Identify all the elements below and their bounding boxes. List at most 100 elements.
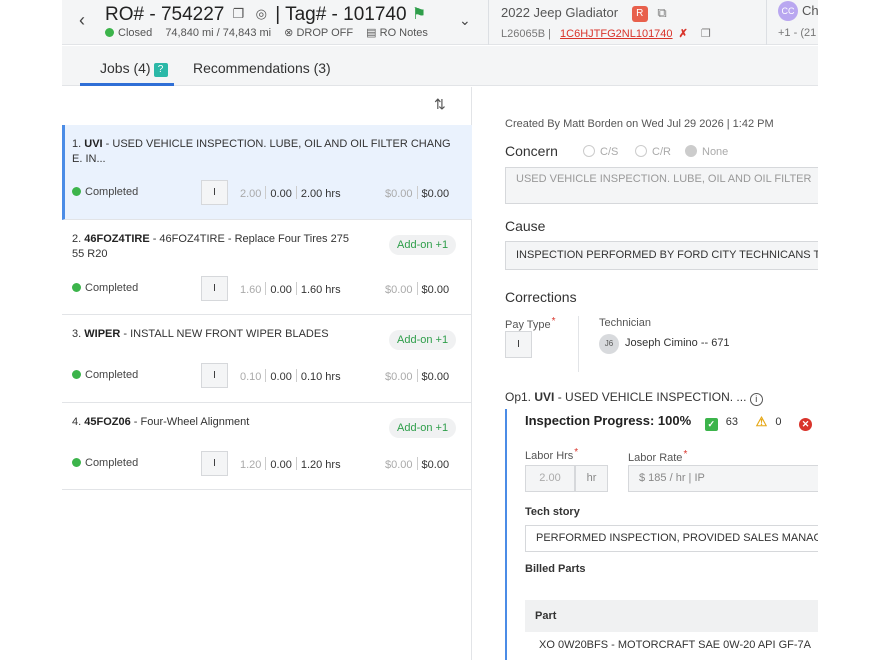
- hours-b: 0.00: [270, 188, 292, 200]
- back-arrow-icon[interactable]: ‹: [72, 9, 92, 31]
- pay-type-button[interactable]: I: [201, 363, 228, 388]
- hours-b: 0.00: [270, 371, 292, 383]
- ro-subline: Closed 74,840 mi / 74,843 mi ⊗ DROP OFF …: [105, 26, 428, 39]
- technician-label: Technician: [599, 317, 651, 329]
- corrections-divider: [578, 316, 579, 372]
- labor-rate-text: Labor Rate: [628, 452, 683, 464]
- amount-b: $0.00: [421, 188, 450, 200]
- hours-a: 0.10: [240, 371, 262, 383]
- sort-icon[interactable]: ⇅: [434, 96, 446, 113]
- labor-hrs-text: Labor Hrs: [525, 450, 574, 462]
- job-code: 46FOZ4TIRE: [84, 233, 150, 245]
- hours-total: 1.20 hrs: [300, 459, 341, 471]
- technician-name[interactable]: Joseph Cimino -- 671: [625, 337, 730, 349]
- cause-field[interactable]: INSPECTION PERFORMED BY FORD CITY TECHNI…: [505, 241, 818, 270]
- radio-circle-icon: [583, 145, 595, 157]
- op-code: UVI: [534, 390, 555, 404]
- addon-badge[interactable]: Add-on +1: [389, 235, 457, 255]
- tech-story-field[interactable]: PERFORMED INSPECTION, PROVIDED SALES MAN…: [525, 525, 818, 552]
- concern-field[interactable]: USED VEHICLE INSPECTION. LUBE, OIL AND O…: [505, 167, 818, 204]
- corrections-heading: Corrections: [505, 289, 577, 305]
- pay-type-select[interactable]: I: [505, 331, 532, 358]
- notes-icon[interactable]: ▤: [366, 27, 376, 39]
- created-by: Created By Matt Borden on Wed Jul 29 202…: [505, 118, 774, 130]
- radio-cr-label: C/R: [652, 146, 671, 158]
- job-desc: - Four-Wheel Alignment: [130, 416, 250, 428]
- stock-number: L26065B |: [501, 28, 551, 40]
- jobs-list-pane: ⇅ 1. UVI - USED VEHICLE INSPECTION. LUBE…: [62, 87, 472, 660]
- job-card-4[interactable]: 4. 45FOZ06 - Four-Wheel Alignment Add-on…: [62, 403, 472, 490]
- pay-type-label: Pay Type*: [505, 316, 556, 331]
- amount-b: $0.00: [421, 284, 450, 296]
- job-title: 3. WIPER - INSTALL NEW FRONT WIPER BLADE…: [72, 327, 362, 342]
- vehicle-history-icon[interactable]: ⧉: [657, 5, 666, 21]
- job-number: 2.: [72, 233, 82, 245]
- job-number: 4.: [72, 416, 82, 428]
- vin-link[interactable]: 1C6HJTFG2NL101740: [560, 28, 673, 40]
- flag-icon[interactable]: ⚑: [412, 6, 426, 23]
- job-hours: 0.10 0.00 0.10 hrs: [240, 369, 341, 383]
- radio-cs[interactable]: C/S: [583, 145, 618, 158]
- tab-jobs[interactable]: Jobs (4)?: [100, 60, 168, 77]
- chevron-down-icon[interactable]: ⌄: [459, 12, 471, 29]
- cause-heading: Cause: [505, 218, 546, 234]
- tab-jobs-label: Jobs (4): [100, 60, 151, 76]
- copy-vin-icon[interactable]: ❐: [701, 28, 711, 40]
- radio-cr[interactable]: C/R: [635, 145, 671, 158]
- job-desc: - INSTALL NEW FRONT WIPER BLADES: [120, 328, 329, 340]
- ro-notes-link[interactable]: RO Notes: [380, 27, 428, 39]
- vehicle-name: 2022 Jeep Gladiator: [501, 5, 619, 20]
- job-status: Completed: [72, 282, 138, 294]
- warning-icon: ⚠: [755, 414, 768, 429]
- pay-type-button[interactable]: I: [201, 276, 228, 301]
- job-code: WIPER: [84, 328, 121, 340]
- job-status: Completed: [72, 369, 138, 381]
- pass-count: 63: [725, 416, 739, 428]
- labor-hrs-input[interactable]: 2.00: [525, 465, 575, 492]
- required-mark: *: [683, 449, 688, 460]
- vehicle-subline: L26065B | 1C6HJTFG2NL101740 ✗ ❐: [501, 27, 711, 40]
- header-divider: [488, 0, 489, 45]
- clock-icon: ⊗: [284, 27, 294, 39]
- addon-badge[interactable]: Add-on +1: [389, 418, 457, 438]
- copy-icon[interactable]: ❐: [233, 6, 245, 22]
- vehicle-badge: R: [631, 6, 648, 22]
- radio-none[interactable]: None: [685, 145, 728, 158]
- job-code: 45FOZ06: [84, 416, 131, 428]
- amount-a: $0.00: [385, 371, 413, 383]
- amount-a: $0.00: [385, 459, 413, 471]
- job-amounts: $0.00 $0.00: [385, 282, 449, 296]
- job-hours: 1.60 0.00 1.60 hrs: [240, 282, 341, 296]
- job-number: 3.: [72, 328, 82, 340]
- job-status-text: Completed: [85, 186, 139, 198]
- inspection-progress: Inspection Progress: 100% ✓ 63 ⚠ 0 ✕: [525, 413, 813, 431]
- job-card-2[interactable]: 2. 46FOZ4TIRE - 46FOZ4TIRE - Replace Fou…: [62, 220, 472, 315]
- pay-type-button[interactable]: I: [201, 451, 228, 476]
- job-card-3[interactable]: 3. WIPER - INSTALL NEW FRONT WIPER BLADE…: [62, 315, 472, 403]
- parts-table-row[interactable]: XO 0W20BFS - MOTORCRAFT SAE 0W-20 API GF…: [525, 639, 818, 651]
- tab-recommendations[interactable]: Recommendations (3): [193, 60, 331, 76]
- pay-type-button[interactable]: I: [201, 180, 228, 205]
- amount-b: $0.00: [421, 371, 450, 383]
- pay-type-text: Pay Type: [505, 319, 551, 331]
- job-status: Completed: [72, 186, 138, 198]
- job-detail-pane: Created By Matt Borden on Wed Jul 29 202…: [473, 87, 818, 660]
- chat-icon[interactable]: ◎: [256, 6, 267, 22]
- ro-number: RO# - 754227: [105, 4, 225, 25]
- active-tab-indicator: [80, 83, 174, 86]
- customer-name[interactable]: Ch: [802, 3, 818, 18]
- status-dot-icon: [72, 187, 81, 196]
- concern-heading: Concern: [505, 143, 558, 159]
- customer-avatar: CC: [778, 1, 798, 21]
- job-number: 1.: [72, 138, 82, 150]
- addon-badge[interactable]: Add-on +1: [389, 330, 457, 350]
- amount-a: $0.00: [385, 188, 413, 200]
- job-amounts: $0.00 $0.00: [385, 186, 449, 200]
- hours-a: 2.00: [240, 188, 262, 200]
- status-dot-icon: [105, 28, 114, 37]
- mileage: 74,840 mi / 74,843 mi: [165, 27, 272, 39]
- info-icon[interactable]: i: [749, 393, 763, 406]
- job-card-1[interactable]: 1. UVI - USED VEHICLE INSPECTION. LUBE, …: [62, 125, 472, 220]
- parts-table-header: Part: [525, 600, 818, 632]
- labor-rate-select[interactable]: $ 185 / hr | IP: [628, 465, 818, 492]
